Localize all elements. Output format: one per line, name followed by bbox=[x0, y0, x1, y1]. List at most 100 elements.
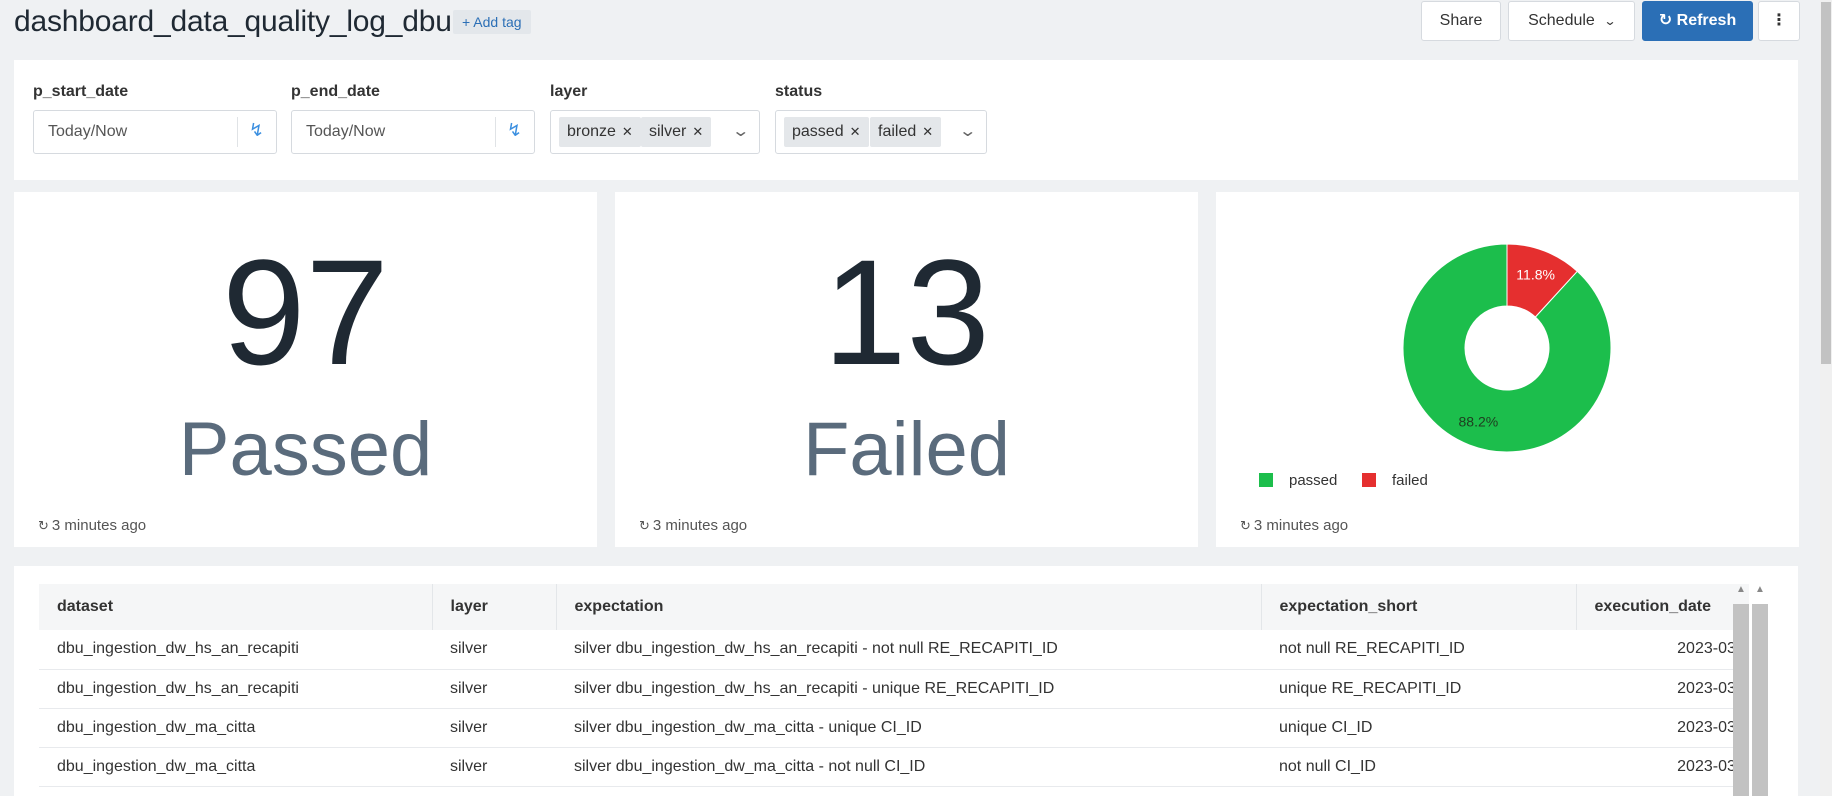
close-icon[interactable]: ✕ bbox=[922, 124, 933, 139]
refresh-label: Refresh bbox=[1676, 12, 1737, 29]
scrollbar-thumb[interactable] bbox=[1733, 604, 1749, 796]
legend-swatch bbox=[1259, 473, 1273, 487]
tag-label: bronze bbox=[567, 123, 616, 140]
chevron-down-icon: ⌄ bbox=[1603, 14, 1617, 28]
page-scrollbar-thumb[interactable] bbox=[1821, 2, 1831, 364]
filter-layer: layer bronze ✕ silver ✕ ⌄ bbox=[550, 83, 760, 154]
slice-label-failed: 11.8% bbox=[1516, 266, 1555, 282]
filter-label: p_start_date bbox=[33, 83, 129, 100]
tag-chip[interactable]: failed ✕ bbox=[870, 117, 942, 147]
end-date-input[interactable]: Today/Now ↯ bbox=[291, 110, 535, 154]
column-header[interactable]: expectation bbox=[556, 584, 1262, 630]
start-date-input[interactable]: Today/Now ↯ bbox=[33, 110, 277, 154]
table-cell: not null CI_ID bbox=[1261, 747, 1576, 787]
slice-label-passed: 88.2% bbox=[1459, 414, 1499, 430]
table-cell: silver bbox=[432, 630, 556, 670]
page-scrollbar[interactable] bbox=[1820, 0, 1832, 796]
table-cell: not null RE_RECAPITI_ID bbox=[1261, 630, 1576, 670]
refresh-status[interactable]: ↻ 3 minutes ago bbox=[639, 517, 747, 534]
lightning-icon[interactable]: ↯ bbox=[249, 120, 264, 141]
refresh-status[interactable]: ↻ 3 minutes ago bbox=[1240, 517, 1348, 534]
refresh-icon: ↻ bbox=[1240, 518, 1251, 533]
filter-start-date: p_start_date Today/Now ↯ bbox=[33, 83, 277, 154]
refresh-icon: ↻ bbox=[639, 518, 650, 533]
failed-counter-widget: 13 Failed ↻ 3 minutes ago bbox=[615, 192, 1198, 547]
updated-text: 3 minutes ago bbox=[652, 517, 748, 534]
table-cell: silver dbu_ingestion_dw_ma_citta - not n… bbox=[556, 747, 1261, 787]
filter-label: p_end_date bbox=[291, 83, 380, 100]
legend-item-passed[interactable]: passed bbox=[1259, 472, 1337, 489]
filter-label: layer bbox=[550, 83, 588, 100]
table-scroll-area[interactable]: dataset layer expectation expectation_sh… bbox=[39, 584, 1749, 796]
table-row: dbu_ingestion_dw_ma_citta silver silver … bbox=[39, 708, 1749, 748]
legend-item-failed[interactable]: failed bbox=[1362, 472, 1428, 489]
counter-label: Passed bbox=[178, 407, 433, 492]
scroll-up-icon[interactable]: ▲ bbox=[1755, 584, 1765, 595]
table-cell: silver dbu_ingestion_dw_ma_citta - uniqu… bbox=[556, 708, 1261, 748]
filter-label: status bbox=[775, 83, 823, 100]
table-cell: dbu_ingestion_dw_hs_an_recapiti bbox=[39, 669, 432, 709]
updated-text: 3 minutes ago bbox=[51, 517, 147, 534]
column-header[interactable]: layer bbox=[432, 584, 557, 630]
tag-chip[interactable]: bronze ✕ bbox=[559, 117, 641, 147]
scrollbar-thumb[interactable] bbox=[1752, 604, 1768, 796]
share-button[interactable]: Share bbox=[1421, 1, 1501, 41]
close-icon[interactable]: ✕ bbox=[850, 124, 861, 139]
table-row: dbu_ingestion_dw_hs_an_recapiti silver s… bbox=[39, 669, 1749, 709]
table-cell: silver bbox=[432, 669, 556, 709]
legend-label: passed bbox=[1289, 472, 1338, 489]
table-cell: 2023-03-29 bbox=[1576, 747, 1749, 787]
chevron-down-icon[interactable]: ⌄ bbox=[731, 121, 750, 141]
legend-label: failed bbox=[1392, 472, 1428, 489]
legend-swatch bbox=[1362, 473, 1376, 487]
page-title: dashboard_data_quality_log_dbu bbox=[14, 5, 452, 38]
tag-chip[interactable]: passed ✕ bbox=[784, 117, 869, 147]
refresh-status[interactable]: ↻ 3 minutes ago bbox=[38, 517, 146, 534]
layer-select[interactable]: bronze ✕ silver ✕ ⌄ bbox=[550, 110, 760, 154]
counter-value: 97 bbox=[222, 228, 389, 396]
table-cell: dbu_ingestion_dw_ma_citta bbox=[39, 708, 432, 748]
table-row: dbu_ingestion_dw_hs_an_recapiti silver s… bbox=[39, 630, 1749, 670]
table-cell: 2023-03-29 bbox=[1576, 669, 1749, 709]
close-icon[interactable]: ✕ bbox=[692, 124, 703, 139]
divider bbox=[237, 117, 238, 147]
tag-label: passed bbox=[792, 123, 844, 140]
table-cell: unique CI_ID bbox=[1261, 708, 1576, 748]
table-scrollbar[interactable]: ▲ ▲ bbox=[1733, 584, 1771, 796]
input-value: Today/Now bbox=[306, 123, 386, 140]
filter-status: status passed ✕ failed ✕ ⌄ bbox=[775, 83, 987, 154]
tag-chip[interactable]: silver ✕ bbox=[641, 117, 712, 147]
filter-panel: p_start_date Today/Now ↯ p_end_date Toda… bbox=[14, 60, 1798, 180]
table-cell: silver bbox=[432, 747, 556, 787]
table-cell: silver bbox=[432, 708, 556, 748]
table-row: dbu_ingestion_dw_ma_citta silver silver … bbox=[39, 747, 1749, 787]
more-options-button[interactable]: ⋮ bbox=[1758, 1, 1800, 41]
refresh-button[interactable]: ↻ Refresh bbox=[1642, 1, 1753, 41]
filter-end-date: p_end_date Today/Now ↯ bbox=[291, 83, 535, 154]
chevron-down-icon[interactable]: ⌄ bbox=[958, 121, 977, 141]
table-cell: silver dbu_ingestion_dw_hs_an_recapiti -… bbox=[556, 630, 1261, 670]
input-value: Today/Now bbox=[48, 123, 128, 140]
table-cell: silver dbu_ingestion_dw_hs_an_recapiti -… bbox=[556, 669, 1261, 709]
passed-counter-widget: 97 Passed ↻ 3 minutes ago bbox=[14, 192, 597, 547]
table-cell: 2023-03-29 bbox=[1576, 708, 1749, 748]
refresh-icon: ↻ bbox=[1658, 12, 1673, 29]
column-header[interactable]: dataset bbox=[39, 584, 433, 630]
results-table-panel: dataset layer expectation expectation_sh… bbox=[14, 566, 1798, 796]
column-header[interactable]: expectation_short bbox=[1261, 584, 1577, 630]
table-cell: dbu_ingestion_dw_hs_an_recapiti bbox=[39, 630, 432, 670]
lightning-icon[interactable]: ↯ bbox=[507, 120, 522, 141]
table-header-row: dataset layer expectation expectation_sh… bbox=[39, 584, 1749, 630]
results-table: dataset layer expectation expectation_sh… bbox=[39, 584, 1749, 787]
updated-text: 3 minutes ago bbox=[1253, 517, 1349, 534]
tag-label: silver bbox=[649, 123, 687, 140]
close-icon[interactable]: ✕ bbox=[622, 124, 633, 139]
schedule-button[interactable]: Schedule ⌄ bbox=[1508, 1, 1635, 41]
column-header[interactable]: execution_date bbox=[1576, 584, 1749, 630]
counter-label: Failed bbox=[803, 407, 1010, 492]
counter-value: 13 bbox=[823, 228, 990, 396]
donut-chart: 88.2% 11.8% bbox=[1402, 243, 1612, 453]
add-tag-button[interactable]: + Add tag bbox=[453, 10, 531, 34]
status-select[interactable]: passed ✕ failed ✕ ⌄ bbox=[775, 110, 987, 154]
scroll-up-icon[interactable]: ▲ bbox=[1736, 584, 1746, 595]
